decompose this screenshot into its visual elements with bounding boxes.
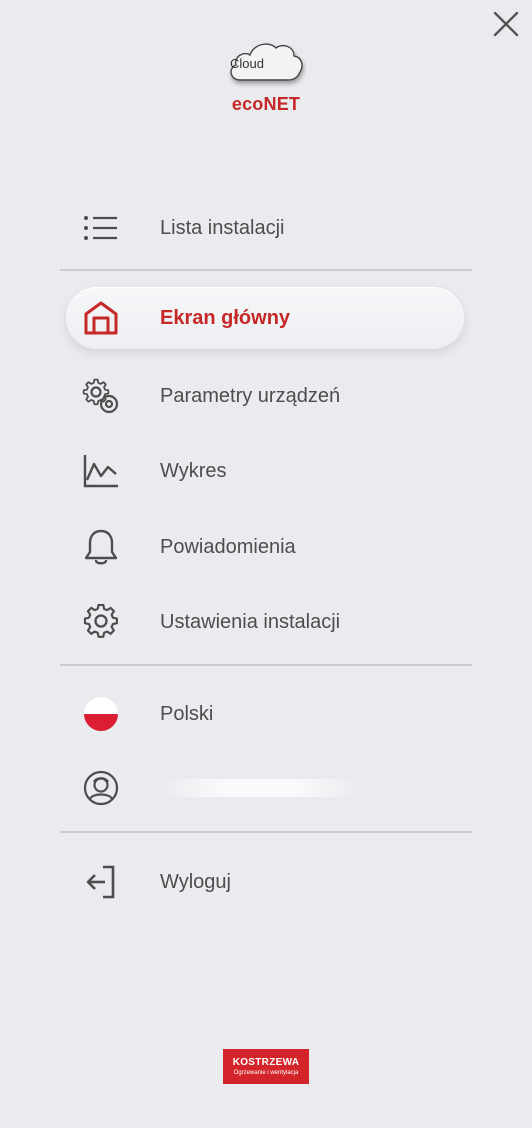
footer-brand: KOSTRZEWA (232, 1057, 300, 1068)
user-name-redacted (160, 779, 360, 797)
menu-label-notifications: Powiadomienia (160, 535, 296, 558)
menu-item-logout[interactable]: Wyloguj (66, 851, 464, 913)
menu-item-chart[interactable]: Wykres (66, 440, 464, 502)
divider (60, 269, 472, 271)
logout-icon (86, 865, 115, 899)
menu-label-installations: Lista instalacji (160, 216, 285, 239)
menu-item-install-settings[interactable]: Ustawienia instalacji (66, 591, 464, 653)
menu-label-home: Ekran główny (160, 306, 291, 329)
footer-tagline: Ogrzewanie i wentylacja (233, 1070, 299, 1076)
menu-label-language: Polski (160, 702, 214, 725)
user-icon (83, 770, 119, 806)
kostrzewa-logo: KOSTRZEWA Ogrzewanie i wentylacja (223, 1049, 309, 1084)
menu-label-chart: Wykres (160, 459, 227, 482)
menu-item-device-params[interactable]: Parametry urządzeń (66, 365, 464, 427)
list-icon (84, 216, 117, 240)
gears-icon (82, 378, 119, 414)
app-logo: Cloud ecoNET (0, 36, 532, 115)
menu-item-language[interactable]: Polski (66, 683, 464, 745)
cloud-logo: Cloud (226, 36, 306, 88)
brand-name: ecoNET (231, 94, 301, 114)
menu-label-install-settings: Ustawienia instalacji (160, 610, 341, 633)
menu-item-user[interactable] (66, 757, 464, 819)
gear-icon (83, 604, 118, 638)
home-icon (84, 301, 118, 335)
divider (60, 664, 472, 666)
bell-icon (84, 529, 118, 565)
poland-flag-icon (84, 697, 118, 731)
menu-item-home[interactable]: Ekran główny (66, 287, 464, 349)
divider (60, 831, 472, 833)
menu-label-logout: Wyloguj (160, 870, 231, 893)
menu-item-notifications[interactable]: Powiadomienia (66, 516, 464, 578)
close-icon (493, 11, 519, 37)
menu-item-installations[interactable]: Lista instalacji (66, 197, 464, 259)
cloud-label: Cloud (230, 56, 264, 71)
menu-label-device-params: Parametry urządzeń (160, 384, 341, 407)
chart-icon (83, 455, 118, 488)
